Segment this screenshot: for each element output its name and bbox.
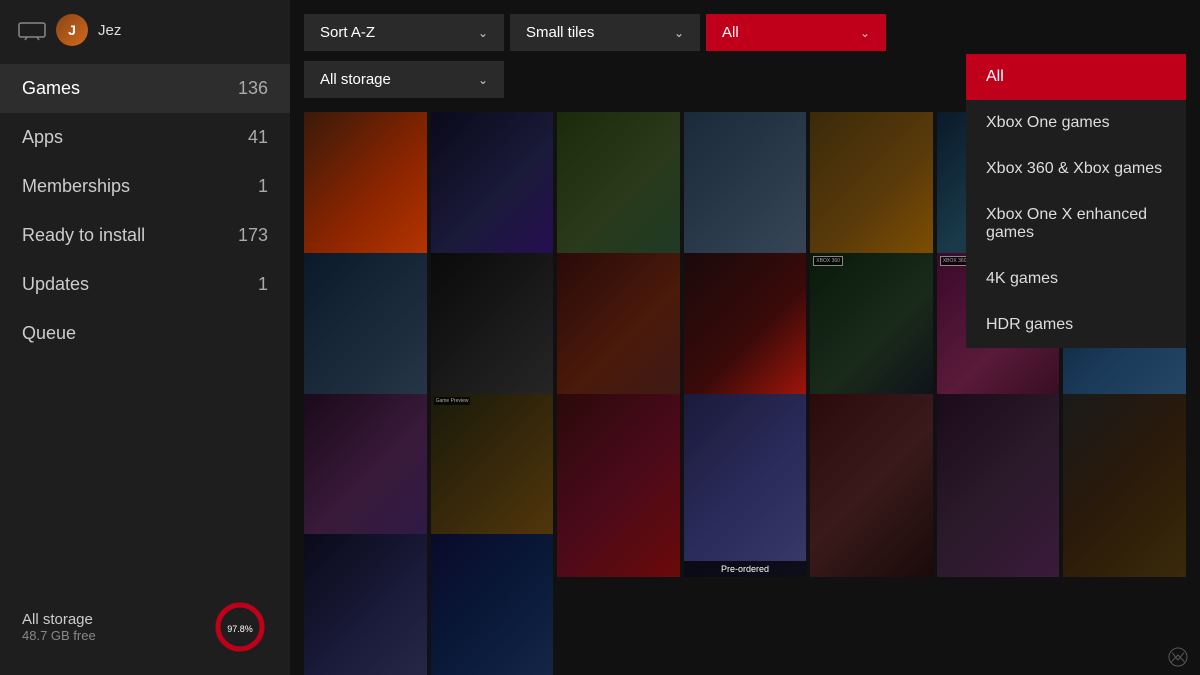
donut-percent: 97.8% [227, 624, 253, 634]
storage-label: All storage [320, 71, 391, 88]
nav-memberships-label: Memberships [22, 176, 130, 197]
filter-menu-item-hdr[interactable]: HDR games [966, 302, 1186, 348]
sort-chevron-icon: ⌄ [478, 26, 488, 40]
sidebar-item-games[interactable]: Games 136 [0, 64, 290, 113]
nav-ready-label: Ready to install [22, 225, 145, 246]
main-content: Sort A-Z ⌄ Small tiles ⌄ All ⌄ All Xbox … [290, 0, 1200, 675]
sidebar: J Jez Games 136 Apps 41 Memberships 1 Re… [0, 0, 290, 675]
toolbar-row1: Sort A-Z ⌄ Small tiles ⌄ All ⌄ [290, 0, 1200, 61]
sort-label: Sort A-Z [320, 24, 375, 41]
xbox360-badge: XBOX 360 [813, 256, 843, 266]
nav-updates-label: Updates [22, 274, 89, 295]
filter-label: All [722, 24, 739, 41]
username-label: Jez [98, 22, 121, 39]
gamepreview-badge: Game Preview [434, 397, 471, 405]
sidebar-item-ready-to-install[interactable]: Ready to install 173 [0, 211, 290, 260]
game-tile-darksiders[interactable] [937, 394, 1060, 578]
view-chevron-icon: ⌄ [674, 26, 684, 40]
preorder-badge: Pre-ordered [684, 561, 807, 577]
nav-apps-count: 41 [248, 127, 268, 148]
storage-title: All storage [22, 611, 196, 628]
storage-dropdown[interactable]: All storage ⌄ [304, 61, 504, 98]
sidebar-item-queue[interactable]: Queue [0, 309, 290, 358]
game-tile-darksiders2_dead[interactable] [810, 394, 933, 578]
filter-dropdown[interactable]: All ⌄ [706, 14, 886, 51]
view-dropdown[interactable]: Small tiles ⌄ [510, 14, 700, 51]
view-label: Small tiles [526, 24, 594, 41]
sort-dropdown[interactable]: Sort A-Z ⌄ [304, 14, 504, 51]
storage-info: All storage 48.7 GB free [22, 611, 196, 643]
nav-updates-count: 1 [258, 274, 268, 295]
nav-ready-count: 173 [238, 225, 268, 246]
nav-games-label: Games [22, 78, 80, 99]
game-tile-destiny1[interactable] [304, 534, 427, 675]
game-tile-crawl[interactable] [557, 394, 680, 578]
filter-menu-item-4k[interactable]: 4K games [966, 256, 1186, 302]
sidebar-item-memberships[interactable]: Memberships 1 [0, 162, 290, 211]
sidebar-item-updates[interactable]: Updates 1 [0, 260, 290, 309]
storage-chevron-icon: ⌄ [478, 73, 488, 87]
sidebar-nav: Games 136 Apps 41 Memberships 1 Ready to… [0, 60, 290, 579]
storage-subtitle: 48.7 GB free [22, 628, 196, 643]
nav-queue-label: Queue [22, 323, 76, 344]
sidebar-item-apps[interactable]: Apps 41 [0, 113, 290, 162]
game-tile-destiny2[interactable] [431, 534, 554, 675]
sidebar-header: J Jez [0, 0, 290, 60]
game-tile-deadbydaylight[interactable] [1063, 394, 1186, 578]
xbox-logo [1168, 647, 1188, 667]
filter-menu-item-xbox-one[interactable]: Xbox One games [966, 100, 1186, 146]
game-tile-cuphead[interactable]: Pre-ordered [684, 394, 807, 578]
filter-menu-item-all[interactable]: All [966, 54, 1186, 100]
console-icon [18, 16, 46, 44]
nav-memberships-count: 1 [258, 176, 268, 197]
filter-menu-item-xbox-360[interactable]: Xbox 360 & Xbox games [966, 146, 1186, 192]
avatar: J [56, 14, 88, 46]
nav-apps-label: Apps [22, 127, 63, 148]
filter-menu: All Xbox One games Xbox 360 & Xbox games… [966, 54, 1186, 348]
filter-menu-item-xbox-one-x[interactable]: Xbox One X enhanced games [966, 192, 1186, 256]
sidebar-footer: All storage 48.7 GB free 97.8% [0, 579, 290, 675]
filter-chevron-icon: ⌄ [860, 26, 870, 40]
nav-games-count: 136 [238, 78, 268, 99]
storage-donut: 97.8% [212, 599, 268, 655]
